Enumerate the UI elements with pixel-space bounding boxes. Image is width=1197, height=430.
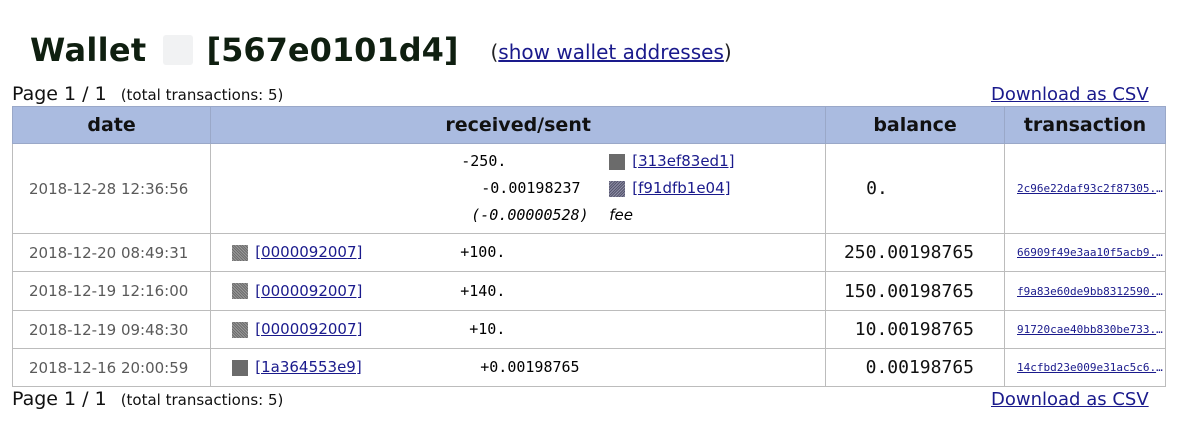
table-row: 2018-12-16 20:00:59 [1a364553e9] +0.0019… xyxy=(11,348,1166,387)
sent-line: -0.00198237 [f91dfb1e04] xyxy=(211,175,825,202)
wallet-id: [567e0101d4] xyxy=(206,31,459,69)
column-header-transaction: transaction xyxy=(1004,106,1166,144)
address-identicon-icon xyxy=(232,244,249,261)
fee-label: fee xyxy=(609,206,633,224)
transactions-table: date received/sent balance transaction 2… xyxy=(11,106,1166,387)
row-date: 2018-12-28 12:36:56 xyxy=(11,143,212,234)
transaction-cell: f9a83e60de9bb8312590... xyxy=(1004,271,1166,311)
page-indicator: Page 1 / 1 xyxy=(12,388,107,410)
row-date: 2018-12-19 12:16:00 xyxy=(11,271,212,311)
received-sent-cell: -250. [313ef83ed1] -0.00198237 [f91dfb1e… xyxy=(210,143,827,234)
address-identicon-icon xyxy=(232,359,249,376)
received-amount: +0.00198765 xyxy=(480,358,580,376)
row-date: 2018-12-19 09:48:30 xyxy=(11,310,212,349)
show-addresses-wrapper: (show wallet addresses) xyxy=(490,36,731,64)
paren-close: ) xyxy=(723,40,732,64)
transaction-cell: 91720cae40bb830be733... xyxy=(1004,310,1166,349)
transaction-link[interactable]: f9a83e60de9bb8312590... xyxy=(1017,285,1165,298)
received-amount: +100. xyxy=(460,243,506,261)
sender: [0000092007] xyxy=(232,311,362,348)
address-identicon-icon xyxy=(232,321,249,338)
column-header-received-sent: received/sent xyxy=(210,106,827,144)
sent-recipient: [313ef83ed1] xyxy=(609,148,734,175)
received-sent-cell: [1a364553e9] +0.00198765 xyxy=(210,348,827,387)
page-header: Wallet [567e0101d4] (show wallet address… xyxy=(30,28,732,72)
page-indicator: Page 1 / 1 xyxy=(12,83,107,105)
sent-amount: -0.00198237 xyxy=(481,179,581,197)
row-balance: 150.00198765 xyxy=(825,271,1005,311)
transaction-cell: 66909f49e3aa10f5acb9... xyxy=(1004,233,1166,272)
transaction-link[interactable]: 91720cae40bb830be733... xyxy=(1017,323,1165,336)
column-header-date: date xyxy=(11,106,212,144)
address-identicon-icon xyxy=(609,180,626,197)
column-header-balance: balance xyxy=(825,106,1005,144)
transaction-cell: 2c96e22daf93c2f87305... xyxy=(1004,143,1166,234)
sender: [1a364553e9] xyxy=(232,349,362,386)
table-row: 2018-12-19 09:48:30 [0000092007] +10. 10… xyxy=(11,310,1166,349)
address-link[interactable]: [f91dfb1e04] xyxy=(632,179,730,197)
received-amount: +10. xyxy=(469,320,506,338)
row-balance: 0. xyxy=(825,143,1005,234)
row-balance: 10.00198765 xyxy=(825,310,1005,349)
table-row: 2018-12-28 12:36:56 -250. [313ef83ed1] -… xyxy=(11,143,1166,234)
pager-bottom: Page 1 / 1 (total transactions: 5) xyxy=(12,388,283,410)
address-link[interactable]: [0000092007] xyxy=(255,243,362,261)
row-balance: 0.00198765 xyxy=(825,348,1005,387)
total-transactions: (total transactions: 5) xyxy=(120,391,284,409)
table-row: 2018-12-19 12:16:00 [0000092007] +140. 1… xyxy=(11,271,1166,311)
table-row: 2018-12-20 08:49:31 [0000092007] +100. 2… xyxy=(11,233,1166,272)
table-header-row: date received/sent balance transaction xyxy=(11,106,1166,144)
received-sent-cell: [0000092007] +10. xyxy=(210,310,827,349)
transaction-link[interactable]: 14cfbd23e009e31ac5c6... xyxy=(1017,361,1165,374)
row-balance: 250.00198765 xyxy=(825,233,1005,272)
pager-top: Page 1 / 1 (total transactions: 5) xyxy=(12,83,283,105)
fee-line: (-0.00000528) fee xyxy=(211,202,825,229)
download-csv-link[interactable]: Download as CSV xyxy=(991,389,1149,410)
address-link[interactable]: [0000092007] xyxy=(255,282,362,300)
address-link[interactable]: [0000092007] xyxy=(255,320,362,338)
address-link[interactable]: [1a364553e9] xyxy=(255,358,361,376)
received-sent-cell: [0000092007] +140. xyxy=(210,271,827,311)
address-identicon-icon xyxy=(232,283,249,299)
sender: [0000092007] xyxy=(232,234,362,271)
transaction-link[interactable]: 66909f49e3aa10f5acb9... xyxy=(1017,246,1165,259)
sender: [0000092007] xyxy=(232,273,362,310)
transaction-cell: 14cfbd23e009e31ac5c6... xyxy=(1004,348,1166,387)
show-wallet-addresses-link[interactable]: show wallet addresses xyxy=(498,40,724,64)
transaction-link[interactable]: 2c96e22daf93c2f87305... xyxy=(1017,182,1165,195)
received-sent-cell: [0000092007] +100. xyxy=(210,233,827,272)
page-title: Wallet xyxy=(30,31,147,69)
sent-recipient: [f91dfb1e04] xyxy=(609,175,731,202)
row-date: 2018-12-16 20:00:59 xyxy=(11,348,212,387)
sent-amount: -250. xyxy=(461,152,507,170)
row-date: 2018-12-20 08:49:31 xyxy=(11,233,212,272)
wallet-identicon-icon xyxy=(162,35,193,65)
fee-amount: (-0.00000528) xyxy=(471,206,589,224)
sent-line: -250. [313ef83ed1] xyxy=(211,148,825,175)
address-identicon-icon xyxy=(609,153,626,170)
total-transactions: (total transactions: 5) xyxy=(120,86,284,104)
download-csv-link[interactable]: Download as CSV xyxy=(991,84,1149,105)
received-amount: +140. xyxy=(460,281,506,300)
address-link[interactable]: [313ef83ed1] xyxy=(632,152,734,170)
